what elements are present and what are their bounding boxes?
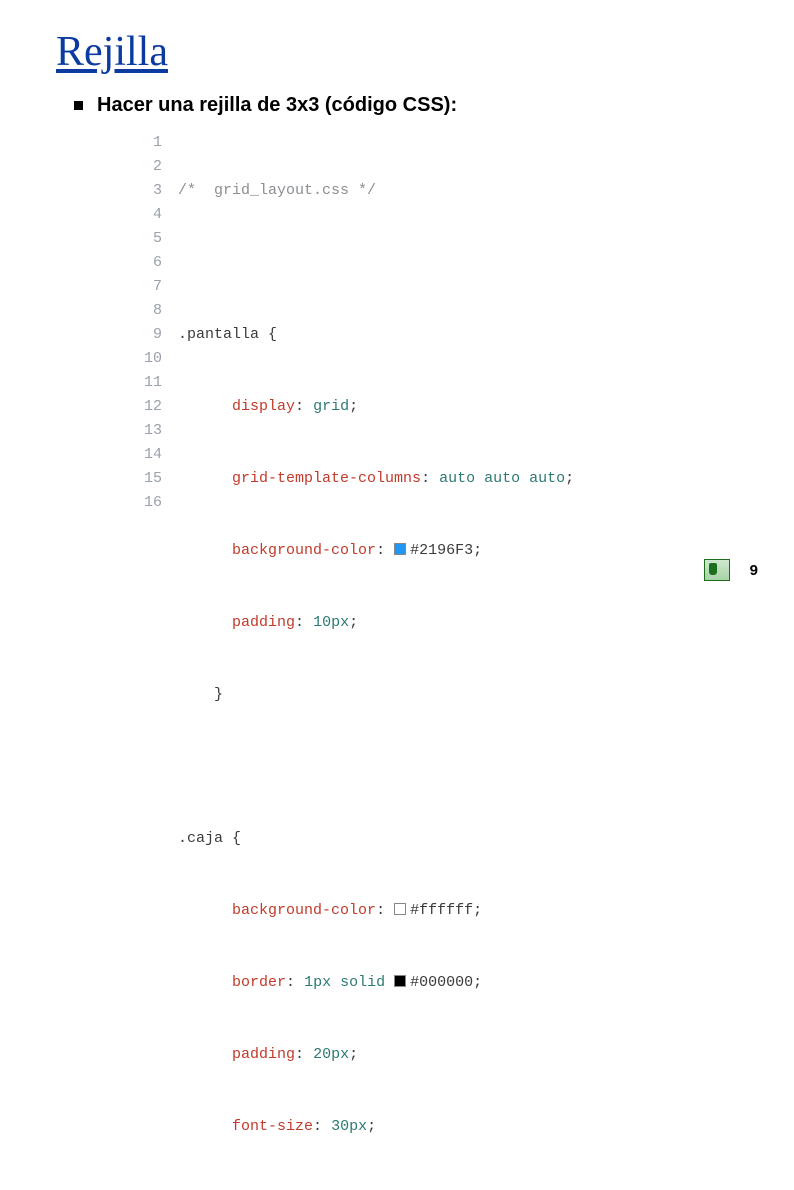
- line-number: 8: [144, 299, 162, 323]
- code-line: }: [178, 683, 574, 707]
- css-prop: display: [232, 398, 295, 415]
- line-number: 12: [144, 395, 162, 419]
- code-line: border: 1px solid #000000;: [178, 971, 574, 995]
- code-content: /* grid_layout.css */ .pantalla { displa…: [178, 131, 574, 1190]
- css-value: grid: [313, 398, 349, 415]
- css-selector: .pantalla: [178, 326, 259, 343]
- logo-icon: [704, 559, 730, 581]
- line-number: 6: [144, 251, 162, 275]
- css-prop: padding: [232, 614, 295, 631]
- css-prop: padding: [232, 1046, 295, 1063]
- line-number: 5: [144, 227, 162, 251]
- bullet-square-icon: [74, 101, 83, 110]
- line-number: 11: [144, 371, 162, 395]
- line-number: 9: [144, 323, 162, 347]
- code-line: padding: 10px;: [178, 611, 574, 635]
- color-swatch-icon: [394, 903, 406, 915]
- line-number: 1: [144, 131, 162, 155]
- css-brace: {: [232, 830, 241, 847]
- css-comment: /* grid_layout.css */: [178, 182, 376, 199]
- line-gutter: 12345678910111213141516: [144, 131, 178, 1190]
- css-value: 30px: [331, 1118, 367, 1135]
- css-prop: background-color: [232, 902, 376, 919]
- css-brace: }: [214, 686, 223, 703]
- css-value: #000000: [410, 974, 473, 991]
- css-brace: {: [268, 326, 277, 343]
- line-number: 16: [144, 491, 162, 515]
- code-line: background-color: #ffffff;: [178, 899, 574, 923]
- css-prop: background-color: [232, 542, 376, 559]
- footer: 9: [0, 559, 794, 581]
- code-line: .caja {: [178, 827, 574, 851]
- line-number: 15: [144, 467, 162, 491]
- css-value: 1px solid: [304, 974, 394, 991]
- css-value: #ffffff: [410, 902, 473, 919]
- code-line: [178, 755, 574, 779]
- page-number: 9: [750, 562, 758, 579]
- css-prop: grid-template-columns: [232, 470, 421, 487]
- code-line: font-size: 30px;: [178, 1115, 574, 1139]
- code-line: display: grid;: [178, 395, 574, 419]
- css-selector: .caja: [178, 830, 223, 847]
- css-prop: font-size: [232, 1118, 313, 1135]
- line-number: 2: [144, 155, 162, 179]
- line-number: 10: [144, 347, 162, 371]
- code-line: .pantalla {: [178, 323, 574, 347]
- code-line: /* grid_layout.css */: [178, 179, 574, 203]
- css-value: 20px: [313, 1046, 349, 1063]
- code-block: 12345678910111213141516 /* grid_layout.c…: [144, 131, 738, 1190]
- code-line: text-align: center;: [178, 1187, 574, 1190]
- page-title: Rejilla: [56, 28, 738, 76]
- bullet-item: Hacer una rejilla de 3x3 (código CSS):: [74, 94, 738, 117]
- css-value: auto auto auto: [439, 470, 565, 487]
- line-number: 3: [144, 179, 162, 203]
- line-number: 13: [144, 419, 162, 443]
- color-swatch-icon: [394, 975, 406, 987]
- slide: Rejilla Hacer una rejilla de 3x3 (código…: [0, 0, 794, 1190]
- line-number: 14: [144, 443, 162, 467]
- bullet-text: Hacer una rejilla de 3x3 (código CSS):: [97, 94, 457, 117]
- code-line: grid-template-columns: auto auto auto;: [178, 467, 574, 491]
- css-value: #2196F3: [410, 542, 473, 559]
- code-line: [178, 251, 574, 275]
- line-number: 4: [144, 203, 162, 227]
- code-line: padding: 20px;: [178, 1043, 574, 1067]
- line-number: 7: [144, 275, 162, 299]
- css-prop: border: [232, 974, 286, 991]
- css-value: 10px: [313, 614, 349, 631]
- color-swatch-icon: [394, 543, 406, 555]
